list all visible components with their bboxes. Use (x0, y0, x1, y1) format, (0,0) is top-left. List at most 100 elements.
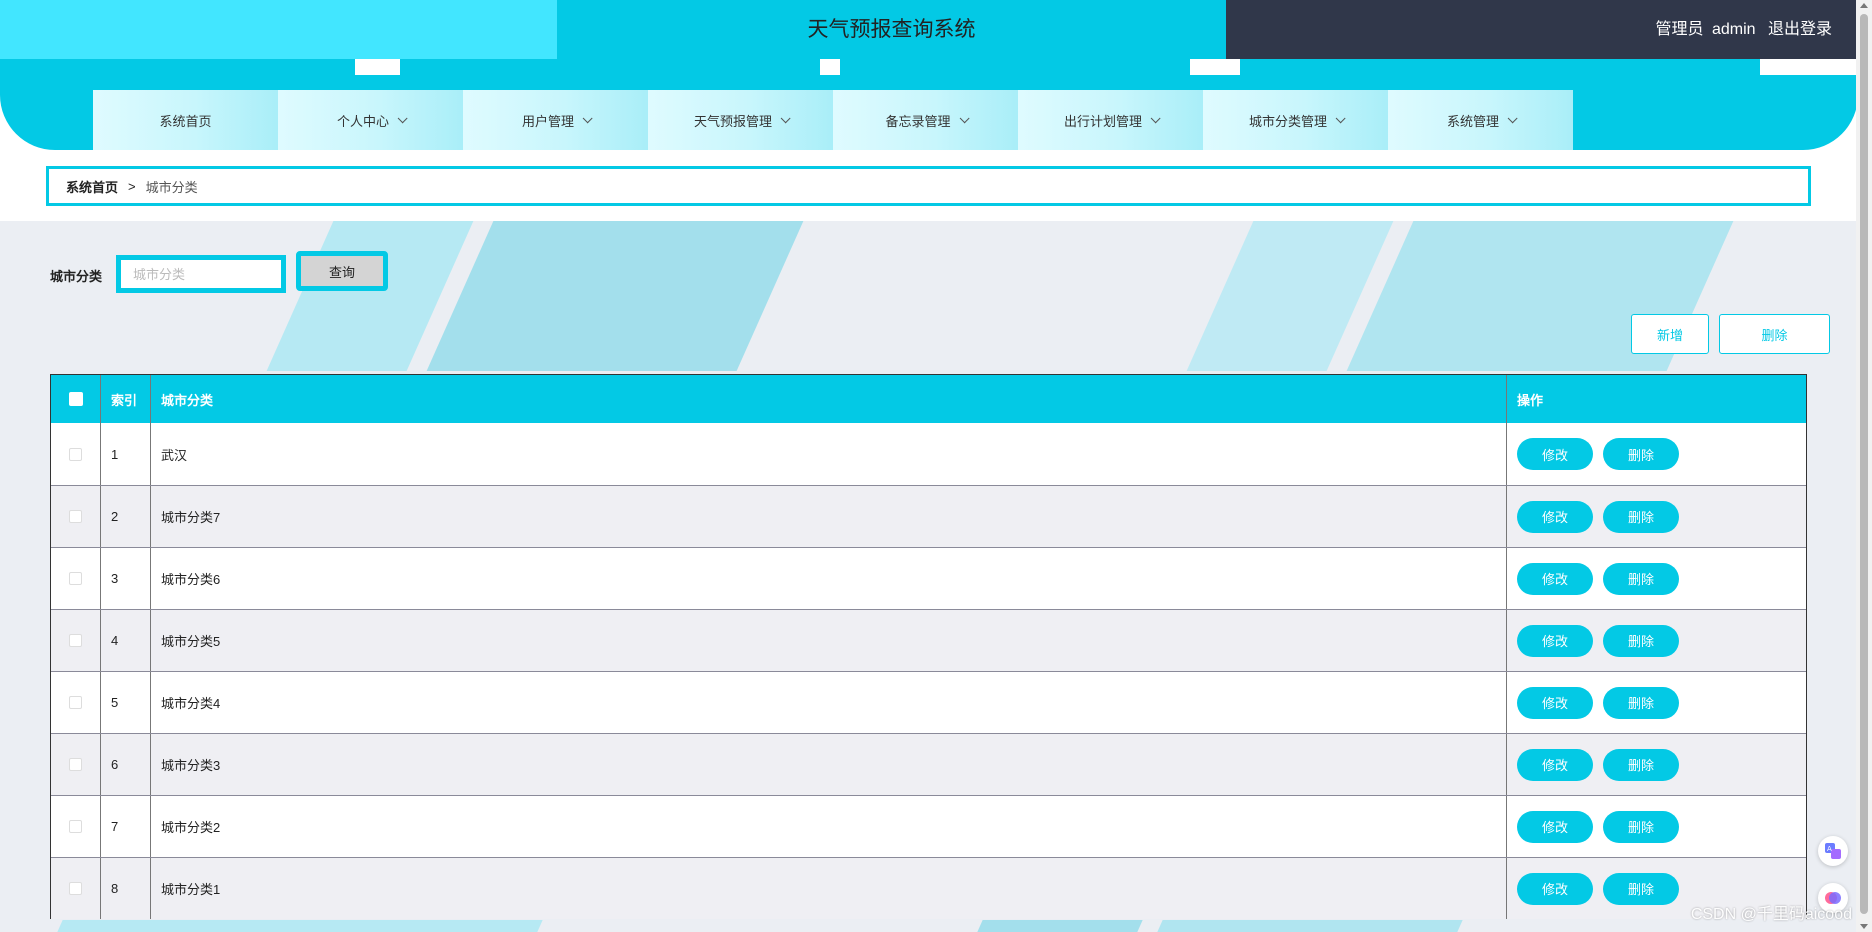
table-row: 8 城市分类1 修改 删除 (51, 857, 1806, 919)
delete-button[interactable]: 删除 (1603, 562, 1679, 595)
edit-button[interactable]: 修改 (1517, 624, 1593, 657)
translate-icon[interactable]: A (1818, 836, 1848, 866)
breadcrumb-home[interactable]: 系统首页 (66, 177, 118, 196)
nav-item-label: 用户管理 (521, 113, 574, 129)
edit-button[interactable]: 修改 (1517, 500, 1593, 533)
table-row: 6 城市分类3 修改 删除 (51, 733, 1806, 795)
site-title: 天气预报查询系统 (807, 18, 976, 41)
header-stripe (840, 59, 1190, 75)
row-checkbox[interactable] (69, 882, 82, 895)
nav-item-memo-management[interactable]: 备忘录管理 (833, 90, 1018, 150)
select-all-checkbox[interactable] (68, 392, 83, 406)
chevron-down-icon (1335, 112, 1346, 123)
edit-button[interactable]: 修改 (1517, 438, 1593, 470)
row-operations: 修改 删除 (1507, 548, 1806, 609)
row-checkbox[interactable] (69, 758, 82, 771)
row-city-category: 城市分类5 (151, 610, 1507, 671)
table-row: 5 城市分类4 修改 删除 (51, 671, 1806, 733)
nav-item-city-category-management[interactable]: 城市分类管理 (1203, 90, 1388, 150)
row-checkbox[interactable] (69, 696, 82, 709)
table-row: 3 城市分类6 修改 删除 (51, 547, 1806, 609)
row-index: 4 (101, 610, 151, 671)
nav-item-personal-center[interactable]: 个人中心 (278, 90, 463, 150)
nav-item-label: 城市分类管理 (1248, 113, 1327, 129)
nav-item-user-management[interactable]: 用户管理 (463, 90, 648, 150)
row-index: 1 (101, 423, 151, 485)
delete-button[interactable]: 删除 (1603, 500, 1679, 533)
row-checkbox-cell (51, 486, 101, 547)
table-row: 7 城市分类2 修改 删除 (51, 795, 1806, 857)
row-checkbox[interactable] (69, 510, 82, 523)
city-category-table: 索引 城市分类 操作 1 武汉 修改 删除 2 城市分类7 修改 删除 3 城市分类6 修改 删除 4 城… (50, 374, 1807, 919)
header-left-band (0, 0, 557, 59)
batch-delete-button[interactable]: 删除 (1719, 314, 1830, 354)
chevron-down-icon (1507, 112, 1518, 123)
row-operations: 修改 删除 (1507, 796, 1806, 857)
nav-item-label: 个人中心 (336, 113, 389, 129)
edit-button[interactable]: 修改 (1517, 810, 1593, 843)
page-scrollbar[interactable] (1856, 0, 1872, 932)
header-stripe (1240, 59, 1760, 75)
delete-button[interactable]: 删除 (1603, 810, 1679, 843)
table-body: 1 武汉 修改 删除 2 城市分类7 修改 删除 3 城市分类6 修改 删除 4 城市分类5 修改 删除 5 城市… (51, 423, 1806, 919)
row-checkbox-cell (51, 672, 101, 733)
watermark: CSDN @千里码aicood (1690, 906, 1852, 923)
add-button[interactable]: 新增 (1631, 314, 1709, 354)
nav-item-label: 系统管理 (1446, 113, 1499, 129)
edit-button[interactable]: 修改 (1517, 686, 1593, 719)
nav-item-home[interactable]: 系统首页 (93, 90, 278, 150)
nav-item-travel-plan-management[interactable]: 出行计划管理 (1018, 90, 1203, 150)
breadcrumb-current: 城市分类 (145, 179, 198, 195)
table-header: 索引 城市分类 操作 (51, 375, 1806, 423)
delete-button[interactable]: 删除 (1603, 438, 1679, 470)
row-index: 6 (101, 734, 151, 795)
search-button[interactable]: 查询 (296, 251, 388, 291)
column-header-operations: 操作 (1517, 392, 1544, 408)
row-checkbox-cell (51, 423, 101, 485)
delete-button[interactable]: 删除 (1603, 872, 1679, 905)
breadcrumb-separator: > (128, 178, 136, 194)
row-city-category: 城市分类3 (151, 734, 1507, 795)
header-stripe (400, 59, 820, 75)
logout-link[interactable]: 退出登录 (1768, 21, 1832, 38)
row-operations: 修改 删除 (1507, 610, 1806, 671)
row-checkbox[interactable] (69, 634, 82, 647)
table-row: 1 武汉 修改 删除 (51, 423, 1806, 485)
row-city-category: 城市分类6 (151, 548, 1507, 609)
scrollbar-thumb[interactable] (1860, 14, 1868, 914)
row-index: 7 (101, 796, 151, 857)
row-checkbox[interactable] (69, 447, 82, 461)
search-label: 城市分类 (50, 269, 103, 284)
nav-item-system-management[interactable]: 系统管理 (1388, 90, 1573, 150)
row-city-category: 城市分类4 (151, 672, 1507, 733)
main-nav: 系统首页 个人中心 用户管理 天气预报管理 备忘录管理 出行计划管理 城市分类管… (93, 90, 1573, 150)
header-stripe (0, 59, 355, 75)
row-city-category: 武汉 (151, 423, 1507, 485)
edit-button[interactable]: 修改 (1517, 562, 1593, 595)
row-city-category: 城市分类1 (151, 858, 1507, 919)
row-checkbox-cell (51, 858, 101, 919)
user-area: 管理员 admin 退出登录 (1647, 0, 1832, 59)
chevron-down-icon (959, 112, 970, 123)
edit-button[interactable]: 修改 (1517, 872, 1593, 905)
row-index: 2 (101, 486, 151, 547)
header-checkbox-cell (51, 375, 101, 423)
row-index: 5 (101, 672, 151, 733)
delete-button[interactable]: 删除 (1603, 624, 1679, 657)
column-header-city-category: 城市分类 (151, 375, 1507, 423)
table-row: 2 城市分类7 修改 删除 (51, 485, 1806, 547)
table-row: 4 城市分类5 修改 删除 (51, 609, 1806, 671)
row-checkbox[interactable] (69, 820, 82, 833)
scroll-down-icon[interactable] (1860, 924, 1868, 929)
search-input[interactable] (116, 255, 286, 293)
delete-button[interactable]: 删除 (1603, 748, 1679, 781)
scroll-up-icon[interactable] (1860, 3, 1868, 8)
svg-text:A: A (1827, 845, 1832, 853)
chevron-down-icon (1150, 112, 1161, 123)
row-checkbox[interactable] (69, 572, 82, 585)
nav-item-weather-management[interactable]: 天气预报管理 (648, 90, 833, 150)
edit-button[interactable]: 修改 (1517, 748, 1593, 781)
delete-button[interactable]: 删除 (1603, 686, 1679, 719)
row-index: 8 (101, 858, 151, 919)
bottom-decoration (0, 920, 1858, 932)
